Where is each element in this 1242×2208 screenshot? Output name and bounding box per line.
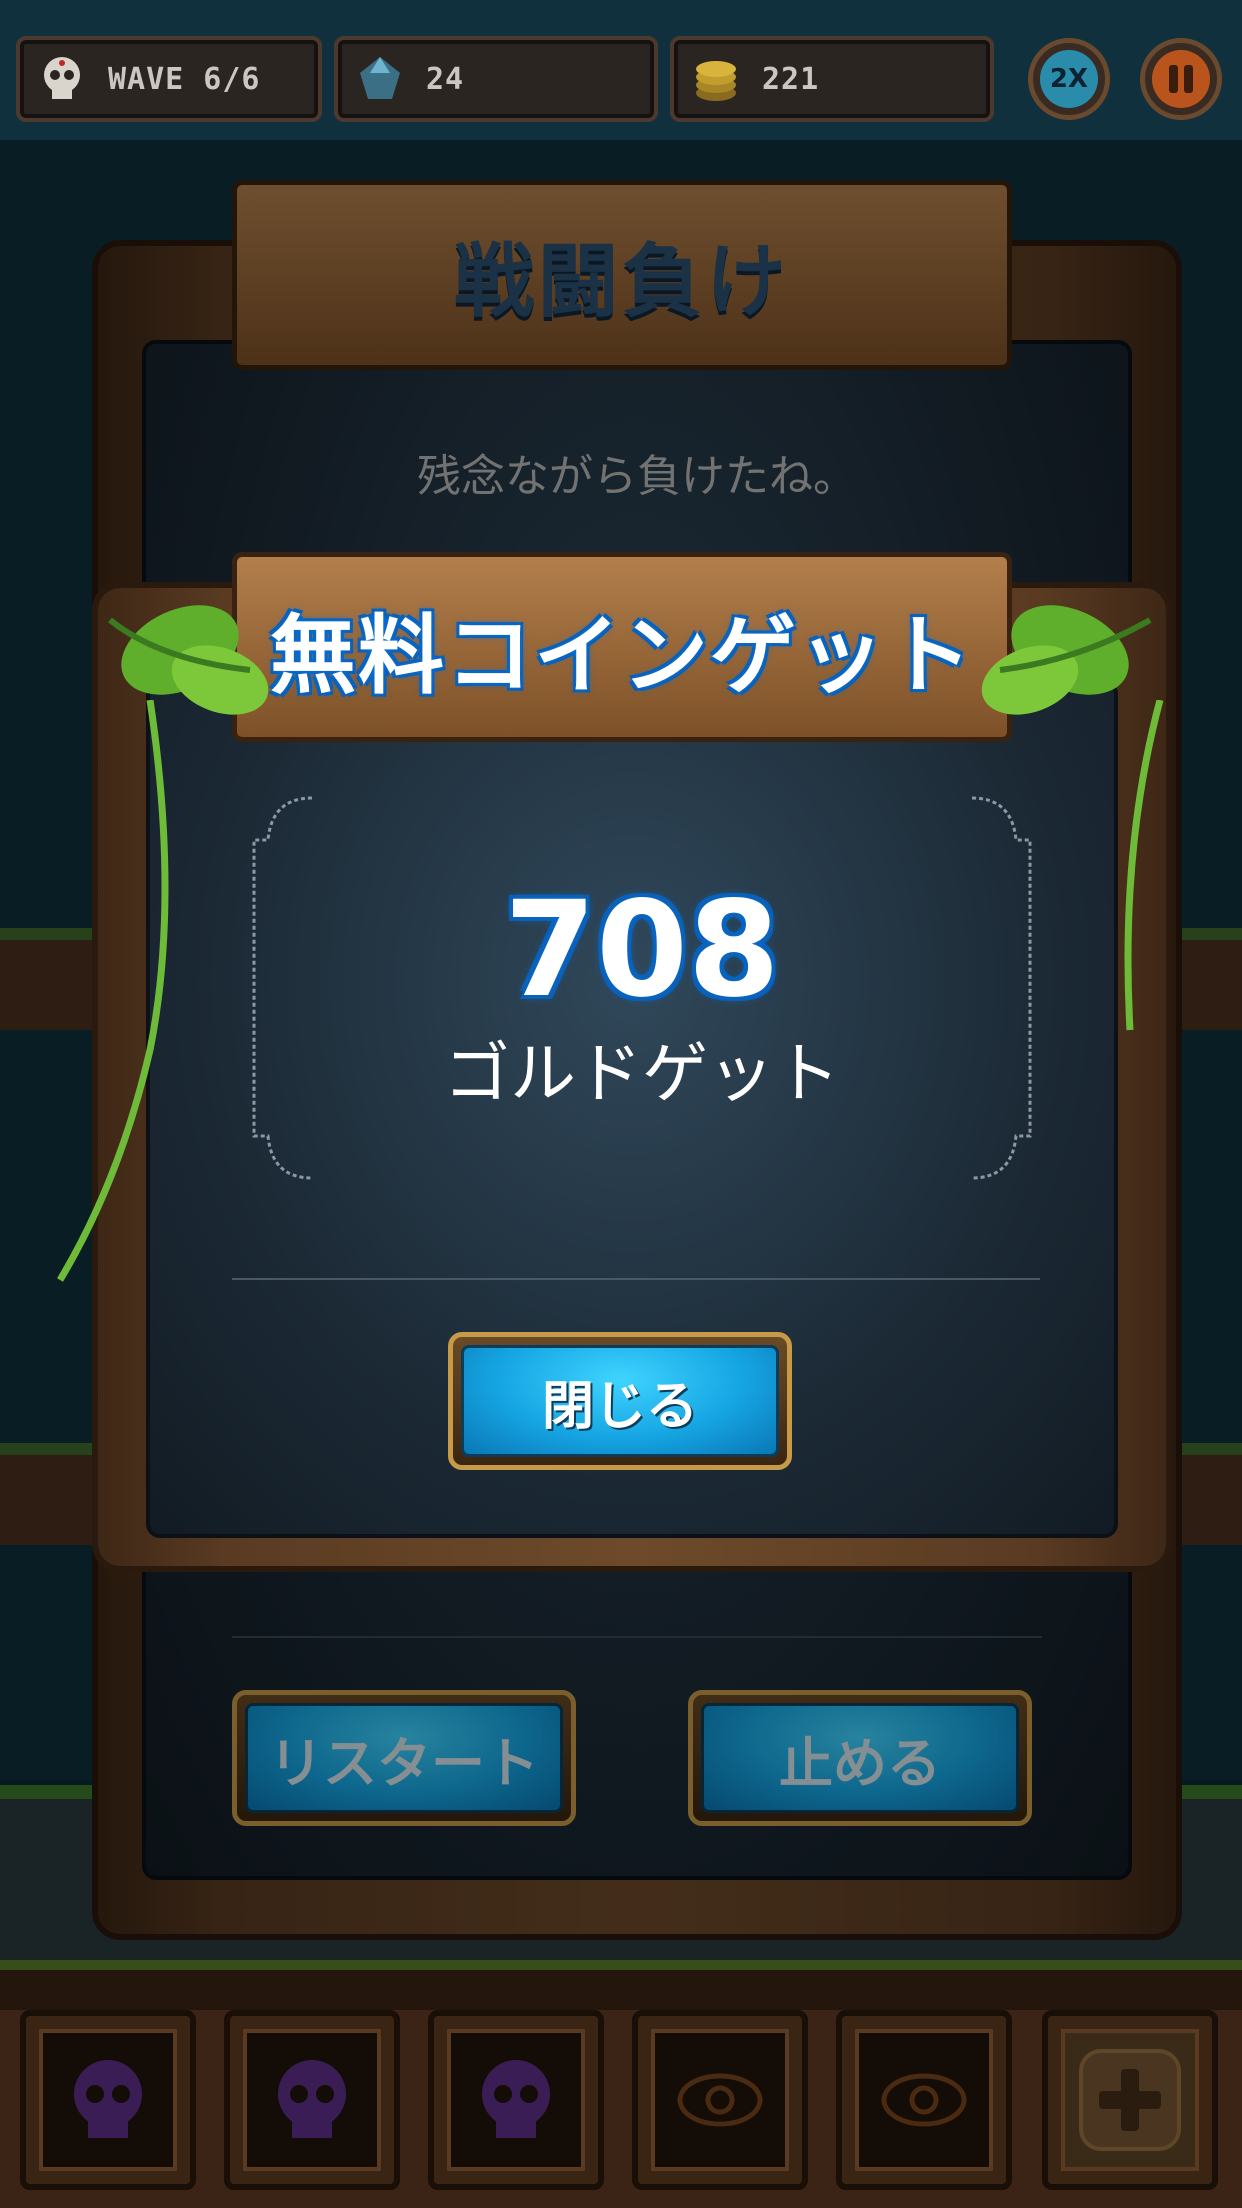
speed-2x-button[interactable]: 2X — [1028, 38, 1110, 120]
vine-right — [1124, 700, 1164, 1031]
gem-icon — [352, 51, 408, 107]
skull-icon — [34, 51, 90, 107]
skull-icon — [39, 2029, 177, 2171]
coin-count: 221 — [762, 61, 820, 97]
eye-icon — [855, 2029, 993, 2171]
skill-slot-2[interactable] — [224, 2010, 400, 2190]
pause-icon — [1152, 50, 1210, 108]
wave-counter: WAVE 6/6 — [16, 36, 322, 122]
skill-slot-4[interactable] — [632, 2010, 808, 2190]
vine-left — [56, 700, 169, 1282]
skill-slot-5[interactable] — [836, 2010, 1012, 2190]
close-label: 閉じる — [541, 1376, 698, 1437]
skill-slot-1[interactable] — [20, 2010, 196, 2190]
skull-icon — [447, 2029, 585, 2171]
skull-icon — [243, 2029, 381, 2171]
gem-count: 24 — [426, 61, 465, 97]
plus-icon — [1061, 2029, 1199, 2171]
close-button[interactable]: 閉じる — [448, 1332, 792, 1470]
reward-title: 無料コインゲット — [270, 605, 974, 706]
eye-icon — [651, 2029, 789, 2171]
wave-text: WAVE 6/6 — [108, 61, 261, 97]
gem-counter: 24 — [334, 36, 658, 122]
coin-counter: 221 — [670, 36, 994, 122]
reward-title-plank: 無料コインゲット — [232, 552, 1012, 742]
divider — [232, 1278, 1040, 1280]
pause-button[interactable] — [1140, 38, 1222, 120]
skill-slot-add[interactable] — [1042, 2010, 1218, 2190]
skill-slot-3[interactable] — [428, 2010, 604, 2190]
coin-stack-icon — [688, 51, 744, 107]
reward-amount-label: ゴルドゲット — [444, 1035, 840, 1112]
reward-amount: 708 — [504, 873, 780, 1027]
speed-label: 2X — [1049, 64, 1089, 94]
